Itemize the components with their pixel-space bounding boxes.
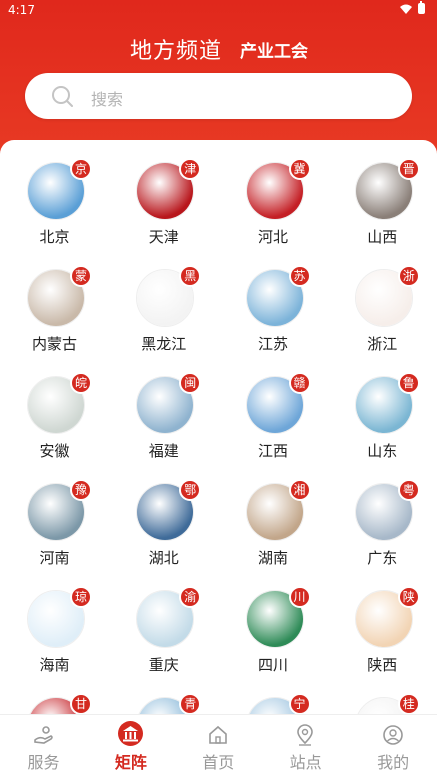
- channel-label: 北京: [39, 228, 70, 246]
- tab-location[interactable]: 站点: [262, 715, 349, 776]
- channel-label: 江西: [257, 442, 288, 460]
- province-badge: 闽: [179, 372, 202, 394]
- channel-item[interactable]: 豫河南: [0, 461, 109, 568]
- province-badge: 赣: [288, 372, 311, 394]
- tab-home[interactable]: 首页: [175, 715, 262, 776]
- channel-label: 安徽: [39, 442, 70, 460]
- province-badge: 桂: [397, 693, 420, 714]
- province-badge: 甘: [70, 693, 92, 714]
- wifi-icon: [400, 4, 412, 14]
- search-input[interactable]: 搜索: [91, 86, 123, 110]
- bottom-tab-bar: 服务 矩阵 首页 站点 我的: [0, 714, 437, 776]
- channel-label: 河南: [39, 549, 70, 567]
- province-badge: 粤: [397, 479, 420, 501]
- channel-label: 浙江: [367, 335, 398, 353]
- status-bar: 4:17: [0, 0, 437, 22]
- tab-matrix[interactable]: 矩阵: [87, 715, 174, 776]
- channel-item[interactable]: 闽福建: [109, 354, 218, 461]
- location-icon: [294, 724, 316, 746]
- channel-item[interactable]: 陕陕西: [328, 568, 437, 675]
- channel-item[interactable]: 皖安徽: [0, 354, 109, 461]
- channel-label: 广东: [367, 549, 398, 567]
- channel-label: 山东: [367, 442, 398, 460]
- province-badge: 浙: [397, 265, 420, 287]
- tab-label: 首页: [202, 753, 235, 772]
- search-icon: [52, 86, 73, 107]
- channel-item[interactable]: 浙浙江: [328, 247, 437, 354]
- channel-item[interactable]: 鲁山东: [328, 354, 437, 461]
- channel-item[interactable]: 青: [109, 675, 218, 714]
- channel-item[interactable]: 粤广东: [328, 461, 437, 568]
- channel-item[interactable]: 冀河北: [219, 140, 328, 247]
- province-badge: 陕: [397, 586, 420, 608]
- channel-label: 海南: [39, 656, 70, 674]
- channel-label: 陕西: [367, 656, 398, 674]
- channel-label: 湖北: [148, 549, 179, 567]
- province-badge: 冀: [288, 158, 311, 180]
- channel-label: 湖南: [257, 549, 288, 567]
- page-subtitle-tab[interactable]: 产业工会: [240, 37, 308, 62]
- header-bar: 4:17 地方频道 产业工会 搜索: [0, 0, 437, 160]
- channel-item[interactable]: 黑黑龙江: [109, 247, 218, 354]
- page-title[interactable]: 地方频道: [130, 33, 222, 65]
- province-badge: 津: [179, 158, 202, 180]
- channel-label: 黑龙江: [141, 335, 187, 353]
- province-badge: 琼: [70, 586, 92, 608]
- channel-item[interactable]: 蒙内蒙古: [0, 247, 109, 354]
- province-badge: 川: [288, 586, 311, 608]
- province-badge: 苏: [288, 265, 311, 287]
- province-badge: 鄂: [179, 479, 202, 501]
- channel-item[interactable]: 京北京: [0, 140, 109, 247]
- title-row: 地方频道 产业工会: [0, 33, 437, 65]
- channel-label: 福建: [148, 442, 179, 460]
- profile-icon: [382, 724, 404, 746]
- channel-item[interactable]: 桂: [328, 675, 437, 714]
- channel-item[interactable]: 晋山西: [328, 140, 437, 247]
- channel-label: 河北: [257, 228, 288, 246]
- tab-service[interactable]: 服务: [0, 715, 87, 776]
- channel-item[interactable]: 苏江苏: [219, 247, 328, 354]
- channel-item[interactable]: 琼海南: [0, 568, 109, 675]
- channel-panel: 京北京津天津冀河北晋山西蒙内蒙古黑黑龙江苏江苏浙浙江皖安徽闽福建赣江西鲁山东豫河…: [0, 140, 437, 714]
- province-badge: 宁: [288, 693, 311, 714]
- channel-label: 内蒙古: [31, 335, 77, 353]
- province-badge: 黑: [179, 265, 202, 287]
- channel-item[interactable]: 渝重庆: [109, 568, 218, 675]
- channel-item[interactable]: 湘湖南: [219, 461, 328, 568]
- channel-item[interactable]: 宁: [219, 675, 328, 714]
- channel-item[interactable]: 赣江西: [219, 354, 328, 461]
- province-badge: 鲁: [397, 372, 420, 394]
- channel-item[interactable]: 川四川: [219, 568, 328, 675]
- province-badge: 蒙: [70, 265, 92, 287]
- channel-item[interactable]: 津天津: [109, 140, 218, 247]
- province-badge: 京: [70, 158, 92, 180]
- tab-profile[interactable]: 我的: [350, 715, 437, 776]
- battery-icon: [418, 1, 425, 14]
- tab-label: 我的: [377, 753, 410, 772]
- channel-label: 山西: [367, 228, 398, 246]
- province-badge: 皖: [70, 372, 92, 394]
- home-icon: [207, 724, 229, 746]
- province-badge: 湘: [288, 479, 311, 501]
- channel-label: 重庆: [148, 656, 179, 674]
- channel-label: 四川: [257, 656, 288, 674]
- service-icon: [32, 724, 54, 746]
- channel-item[interactable]: 甘: [0, 675, 109, 714]
- tab-label: 服务: [27, 753, 60, 772]
- province-badge: 青: [179, 693, 202, 714]
- province-badge: 豫: [70, 479, 92, 501]
- channel-label: 江苏: [257, 335, 288, 353]
- channel-item[interactable]: 鄂湖北: [109, 461, 218, 568]
- matrix-icon: [118, 721, 144, 746]
- province-badge: 晋: [397, 158, 420, 180]
- status-time: 4:17: [8, 3, 35, 17]
- tab-label: 矩阵: [114, 753, 147, 772]
- province-badge: 渝: [179, 586, 202, 608]
- tab-label: 站点: [289, 753, 322, 772]
- search-bar[interactable]: 搜索: [25, 73, 412, 119]
- channel-label: 天津: [148, 228, 179, 246]
